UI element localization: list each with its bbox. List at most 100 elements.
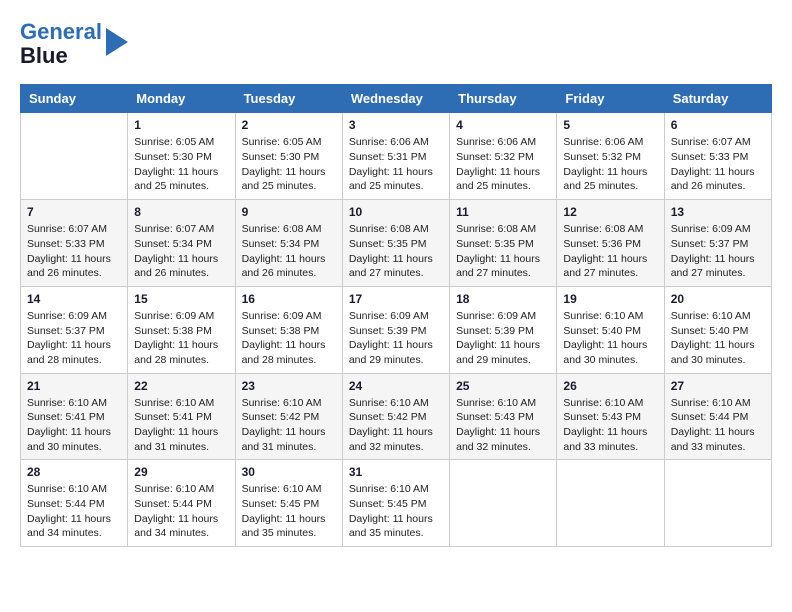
day-info: Sunrise: 6:05 AMSunset: 5:30 PMDaylight:… <box>242 135 336 194</box>
calendar-cell: 26 Sunrise: 6:10 AMSunset: 5:43 PMDayligh… <box>557 373 664 460</box>
day-info: Sunrise: 6:10 AMSunset: 5:40 PMDaylight:… <box>671 309 765 368</box>
day-number: 30 <box>242 465 336 479</box>
calendar-cell <box>557 460 664 547</box>
calendar-week-row: 28 Sunrise: 6:10 AMSunset: 5:44 PMDayligh… <box>21 460 772 547</box>
day-number: 14 <box>27 292 121 306</box>
day-number: 28 <box>27 465 121 479</box>
day-info: Sunrise: 6:06 AMSunset: 5:32 PMDaylight:… <box>563 135 657 194</box>
calendar-cell: 28 Sunrise: 6:10 AMSunset: 5:44 PMDayligh… <box>21 460 128 547</box>
calendar-cell: 29 Sunrise: 6:10 AMSunset: 5:44 PMDayligh… <box>128 460 235 547</box>
day-number: 13 <box>671 205 765 219</box>
day-info: Sunrise: 6:10 AMSunset: 5:40 PMDaylight:… <box>563 309 657 368</box>
calendar-cell: 30 Sunrise: 6:10 AMSunset: 5:45 PMDayligh… <box>235 460 342 547</box>
day-info: Sunrise: 6:10 AMSunset: 5:45 PMDaylight:… <box>349 482 443 541</box>
day-info: Sunrise: 6:10 AMSunset: 5:42 PMDaylight:… <box>242 396 336 455</box>
day-info: Sunrise: 6:10 AMSunset: 5:44 PMDaylight:… <box>27 482 121 541</box>
calendar-header-row: SundayMondayTuesdayWednesdayThursdayFrid… <box>21 85 772 113</box>
day-number: 3 <box>349 118 443 132</box>
calendar-cell: 21 Sunrise: 6:10 AMSunset: 5:41 PMDayligh… <box>21 373 128 460</box>
day-number: 22 <box>134 379 228 393</box>
calendar-cell: 16 Sunrise: 6:09 AMSunset: 5:38 PMDayligh… <box>235 286 342 373</box>
calendar-week-row: 21 Sunrise: 6:10 AMSunset: 5:41 PMDayligh… <box>21 373 772 460</box>
calendar-cell <box>450 460 557 547</box>
day-info: Sunrise: 6:08 AMSunset: 5:35 PMDaylight:… <box>349 222 443 281</box>
day-info: Sunrise: 6:07 AMSunset: 5:34 PMDaylight:… <box>134 222 228 281</box>
day-number: 9 <box>242 205 336 219</box>
calendar-cell: 7Sunrise: 6:07 AMSunset: 5:33 PMDaylight… <box>21 200 128 287</box>
day-number: 29 <box>134 465 228 479</box>
weekday-header: Tuesday <box>235 85 342 113</box>
day-info: Sunrise: 6:06 AMSunset: 5:32 PMDaylight:… <box>456 135 550 194</box>
day-info: Sunrise: 6:08 AMSunset: 5:35 PMDaylight:… <box>456 222 550 281</box>
calendar-cell <box>664 460 771 547</box>
day-info: Sunrise: 6:07 AMSunset: 5:33 PMDaylight:… <box>671 135 765 194</box>
day-number: 8 <box>134 205 228 219</box>
day-info: Sunrise: 6:10 AMSunset: 5:44 PMDaylight:… <box>134 482 228 541</box>
calendar-cell: 11Sunrise: 6:08 AMSunset: 5:35 PMDayligh… <box>450 200 557 287</box>
day-info: Sunrise: 6:10 AMSunset: 5:45 PMDaylight:… <box>242 482 336 541</box>
calendar-week-row: 1 Sunrise: 6:05 AMSunset: 5:30 PMDaylight… <box>21 113 772 200</box>
day-info: Sunrise: 6:06 AMSunset: 5:31 PMDaylight:… <box>349 135 443 194</box>
day-info: Sunrise: 6:05 AMSunset: 5:30 PMDaylight:… <box>134 135 228 194</box>
day-number: 25 <box>456 379 550 393</box>
page-header: GeneralBlue <box>20 20 772 68</box>
weekday-header: Sunday <box>21 85 128 113</box>
day-number: 31 <box>349 465 443 479</box>
day-number: 6 <box>671 118 765 132</box>
day-info: Sunrise: 6:10 AMSunset: 5:43 PMDaylight:… <box>563 396 657 455</box>
day-number: 19 <box>563 292 657 306</box>
day-info: Sunrise: 6:09 AMSunset: 5:39 PMDaylight:… <box>456 309 550 368</box>
day-number: 1 <box>134 118 228 132</box>
day-number: 17 <box>349 292 443 306</box>
calendar-cell: 23Sunrise: 6:10 AMSunset: 5:42 PMDayligh… <box>235 373 342 460</box>
calendar-cell: 2 Sunrise: 6:05 AMSunset: 5:30 PMDaylight… <box>235 113 342 200</box>
day-number: 7 <box>27 205 121 219</box>
day-number: 2 <box>242 118 336 132</box>
day-number: 24 <box>349 379 443 393</box>
calendar-cell: 22 Sunrise: 6:10 AMSunset: 5:41 PMDayligh… <box>128 373 235 460</box>
calendar-cell: 18 Sunrise: 6:09 AMSunset: 5:39 PMDayligh… <box>450 286 557 373</box>
calendar-cell: 15 Sunrise: 6:09 AMSunset: 5:38 PMDayligh… <box>128 286 235 373</box>
day-number: 12 <box>563 205 657 219</box>
day-info: Sunrise: 6:09 AMSunset: 5:37 PMDaylight:… <box>27 309 121 368</box>
calendar-cell: 4 Sunrise: 6:06 AMSunset: 5:32 PMDaylight… <box>450 113 557 200</box>
day-number: 26 <box>563 379 657 393</box>
weekday-header: Thursday <box>450 85 557 113</box>
weekday-header: Saturday <box>664 85 771 113</box>
calendar-cell: 17 Sunrise: 6:09 AMSunset: 5:39 PMDayligh… <box>342 286 449 373</box>
logo: GeneralBlue <box>20 20 128 68</box>
day-info: Sunrise: 6:09 AMSunset: 5:39 PMDaylight:… <box>349 309 443 368</box>
calendar-cell: 12 Sunrise: 6:08 AMSunset: 5:36 PMDayligh… <box>557 200 664 287</box>
day-number: 18 <box>456 292 550 306</box>
day-info: Sunrise: 6:08 AMSunset: 5:34 PMDaylight:… <box>242 222 336 281</box>
calendar-cell: 5 Sunrise: 6:06 AMSunset: 5:32 PMDaylight… <box>557 113 664 200</box>
calendar-cell: 1 Sunrise: 6:05 AMSunset: 5:30 PMDaylight… <box>128 113 235 200</box>
calendar-cell: 20Sunrise: 6:10 AMSunset: 5:40 PMDayligh… <box>664 286 771 373</box>
day-info: Sunrise: 6:10 AMSunset: 5:41 PMDaylight:… <box>27 396 121 455</box>
calendar-cell: 31 Sunrise: 6:10 AMSunset: 5:45 PMDayligh… <box>342 460 449 547</box>
day-info: Sunrise: 6:09 AMSunset: 5:38 PMDaylight:… <box>242 309 336 368</box>
day-number: 5 <box>563 118 657 132</box>
day-info: Sunrise: 6:09 AMSunset: 5:37 PMDaylight:… <box>671 222 765 281</box>
calendar-cell: 25 Sunrise: 6:10 AMSunset: 5:43 PMDayligh… <box>450 373 557 460</box>
calendar-body: 1 Sunrise: 6:05 AMSunset: 5:30 PMDaylight… <box>21 113 772 547</box>
day-number: 4 <box>456 118 550 132</box>
day-info: Sunrise: 6:10 AMSunset: 5:41 PMDaylight:… <box>134 396 228 455</box>
day-number: 15 <box>134 292 228 306</box>
day-info: Sunrise: 6:10 AMSunset: 5:43 PMDaylight:… <box>456 396 550 455</box>
weekday-header: Friday <box>557 85 664 113</box>
calendar-cell: 19 Sunrise: 6:10 AMSunset: 5:40 PMDayligh… <box>557 286 664 373</box>
logo-text: GeneralBlue <box>20 20 102 68</box>
day-number: 21 <box>27 379 121 393</box>
day-info: Sunrise: 6:10 AMSunset: 5:42 PMDaylight:… <box>349 396 443 455</box>
calendar-cell: 24 Sunrise: 6:10 AMSunset: 5:42 PMDayligh… <box>342 373 449 460</box>
calendar-cell: 14 Sunrise: 6:09 AMSunset: 5:37 PMDayligh… <box>21 286 128 373</box>
calendar-cell: 6 Sunrise: 6:07 AMSunset: 5:33 PMDaylight… <box>664 113 771 200</box>
day-info: Sunrise: 6:09 AMSunset: 5:38 PMDaylight:… <box>134 309 228 368</box>
calendar-cell: 27Sunrise: 6:10 AMSunset: 5:44 PMDayligh… <box>664 373 771 460</box>
day-number: 16 <box>242 292 336 306</box>
calendar-cell <box>21 113 128 200</box>
calendar-table: SundayMondayTuesdayWednesdayThursdayFrid… <box>20 84 772 547</box>
day-info: Sunrise: 6:08 AMSunset: 5:36 PMDaylight:… <box>563 222 657 281</box>
calendar-week-row: 14 Sunrise: 6:09 AMSunset: 5:37 PMDayligh… <box>21 286 772 373</box>
